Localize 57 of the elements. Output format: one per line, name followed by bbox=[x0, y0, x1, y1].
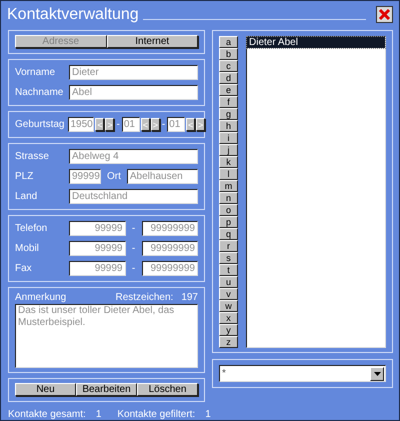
letter-button[interactable]: i bbox=[219, 132, 238, 144]
letter-button[interactable]: p bbox=[219, 216, 238, 228]
separator: - bbox=[160, 119, 166, 130]
field-label: Telefon bbox=[15, 223, 48, 234]
letter-button[interactable]: c bbox=[219, 60, 238, 72]
letter-button[interactable]: j bbox=[219, 144, 238, 156]
letter-button[interactable]: o bbox=[219, 204, 238, 216]
action-button[interactable]: Löschen bbox=[137, 383, 198, 396]
status-label: Kontakte gefiltert: bbox=[117, 409, 196, 420]
letter-button[interactable]: d bbox=[219, 72, 238, 84]
letter-button[interactable]: u bbox=[219, 276, 238, 288]
letter-button[interactable]: v bbox=[219, 288, 238, 300]
field-label: Strasse bbox=[15, 151, 50, 162]
letter-button[interactable]: m bbox=[219, 180, 238, 192]
status-count: 1 bbox=[96, 409, 102, 420]
letter-button[interactable]: r bbox=[219, 240, 238, 252]
letter-button[interactable]: s bbox=[219, 252, 238, 264]
letter-button[interactable]: x bbox=[219, 312, 238, 324]
letter-button[interactable]: q bbox=[219, 228, 238, 240]
letter-button[interactable]: b bbox=[219, 48, 238, 60]
letter-button[interactable]: w bbox=[219, 300, 238, 312]
filter-dropdown[interactable]: * bbox=[219, 365, 386, 382]
separator: - bbox=[130, 243, 136, 254]
letter-button[interactable]: k bbox=[219, 156, 238, 168]
letter-button[interactable]: a bbox=[219, 36, 238, 48]
field-label: Land bbox=[15, 191, 38, 202]
separator: - bbox=[130, 263, 136, 274]
letter-button[interactable]: l bbox=[219, 168, 238, 180]
field-label: Ort bbox=[107, 171, 121, 182]
field-label: Vorname bbox=[15, 67, 56, 78]
field-label: Restzeichen: bbox=[116, 292, 174, 303]
field-label: Fax bbox=[15, 263, 33, 274]
letter-button[interactable]: e bbox=[219, 84, 238, 96]
separator: - bbox=[130, 223, 136, 234]
close-icon[interactable] bbox=[376, 6, 393, 23]
letter-button[interactable]: h bbox=[219, 120, 238, 132]
field-label: Anmerkung bbox=[15, 292, 66, 303]
contact-list[interactable]: Dieter Abel bbox=[246, 36, 386, 348]
status-count: 1 bbox=[205, 409, 211, 420]
window-title: Kontaktverwaltung bbox=[7, 6, 139, 24]
letter-button[interactable]: y bbox=[219, 324, 238, 336]
letter-button[interactable]: t bbox=[219, 264, 238, 276]
field-label: PLZ bbox=[15, 171, 34, 182]
action-button[interactable]: Bearbeiten bbox=[76, 383, 137, 396]
letter-button[interactable]: z bbox=[219, 336, 238, 348]
field-label: Mobil bbox=[15, 243, 40, 254]
tab[interactable]: Internet bbox=[106, 35, 198, 48]
field-label: Geburtstag bbox=[15, 119, 64, 130]
letter-button[interactable]: f bbox=[219, 96, 238, 108]
letter-button[interactable]: n bbox=[219, 192, 238, 204]
field-label: Nachname bbox=[15, 87, 64, 98]
status-label: Kontakte gesamt: bbox=[8, 409, 86, 420]
separator: - bbox=[115, 119, 121, 130]
list-item[interactable]: Dieter Abel bbox=[247, 37, 385, 48]
action-button[interactable]: Neu bbox=[15, 383, 76, 396]
letter-button[interactable]: g bbox=[219, 108, 238, 120]
counter: 197 bbox=[181, 292, 198, 303]
